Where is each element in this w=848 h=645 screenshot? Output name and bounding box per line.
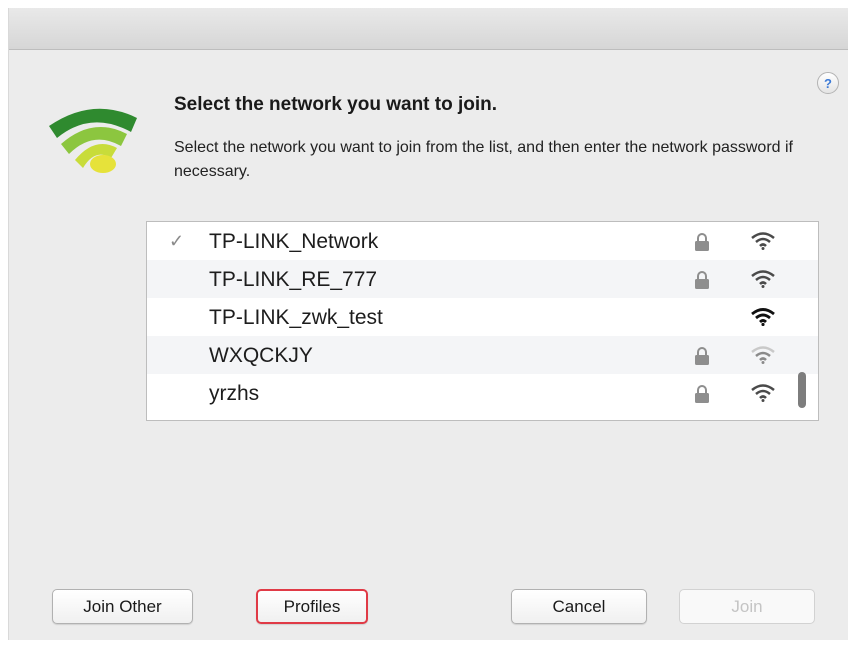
- network-row-tp-link-re-777[interactable]: TP-LINK_RE_777: [147, 260, 818, 298]
- wifi-signal-icon: [751, 384, 775, 402]
- network-name: TP-LINK_zwk_test: [209, 306, 383, 329]
- join-network-dialog: ? Select the network you want to join. S…: [8, 8, 848, 640]
- scrollbar-thumb[interactable]: [798, 372, 806, 408]
- title-bar[interactable]: [9, 8, 848, 50]
- help-button[interactable]: ?: [817, 72, 839, 94]
- lock-icon: [695, 347, 709, 365]
- cancel-button[interactable]: Cancel: [511, 589, 647, 624]
- network-row-tp-link-network[interactable]: ✓ TP-LINK_Network: [147, 222, 818, 260]
- wifi-signal-icon: [751, 308, 775, 326]
- network-name: yrzhs: [209, 382, 260, 405]
- network-row-tp-link-zwk-test[interactable]: TP-LINK_zwk_test: [147, 298, 818, 336]
- join-button[interactable]: Join: [679, 589, 815, 624]
- dialog-description: Select the network you want to join from…: [174, 139, 793, 180]
- lock-icon: [695, 385, 709, 403]
- wifi-signal-icon: [751, 270, 775, 288]
- lock-icon: [695, 233, 709, 251]
- network-name: TP-LINK_RE_777: [209, 268, 378, 291]
- lock-icon: [695, 271, 709, 289]
- dialog-heading: Select the network you want to join.: [174, 94, 498, 115]
- network-row-wxqckjy[interactable]: WXQCKJY: [147, 336, 818, 374]
- checkmark-icon: ✓: [169, 231, 185, 251]
- network-name: WXQCKJY: [209, 344, 313, 367]
- wifi-logo-icon: [49, 108, 137, 173]
- network-list[interactable]: ✓ TP-LINK_Network TP-LINK_RE_777 TP-LINK…: [146, 221, 819, 421]
- network-row-yrzhs[interactable]: yrzhs: [147, 374, 818, 412]
- network-name: TP-LINK_Network: [209, 230, 379, 253]
- profiles-button[interactable]: Profiles: [256, 589, 368, 624]
- join-other-button[interactable]: Join Other: [52, 589, 193, 624]
- wifi-signal-icon: [751, 232, 775, 250]
- wifi-signal-icon: [751, 346, 775, 364]
